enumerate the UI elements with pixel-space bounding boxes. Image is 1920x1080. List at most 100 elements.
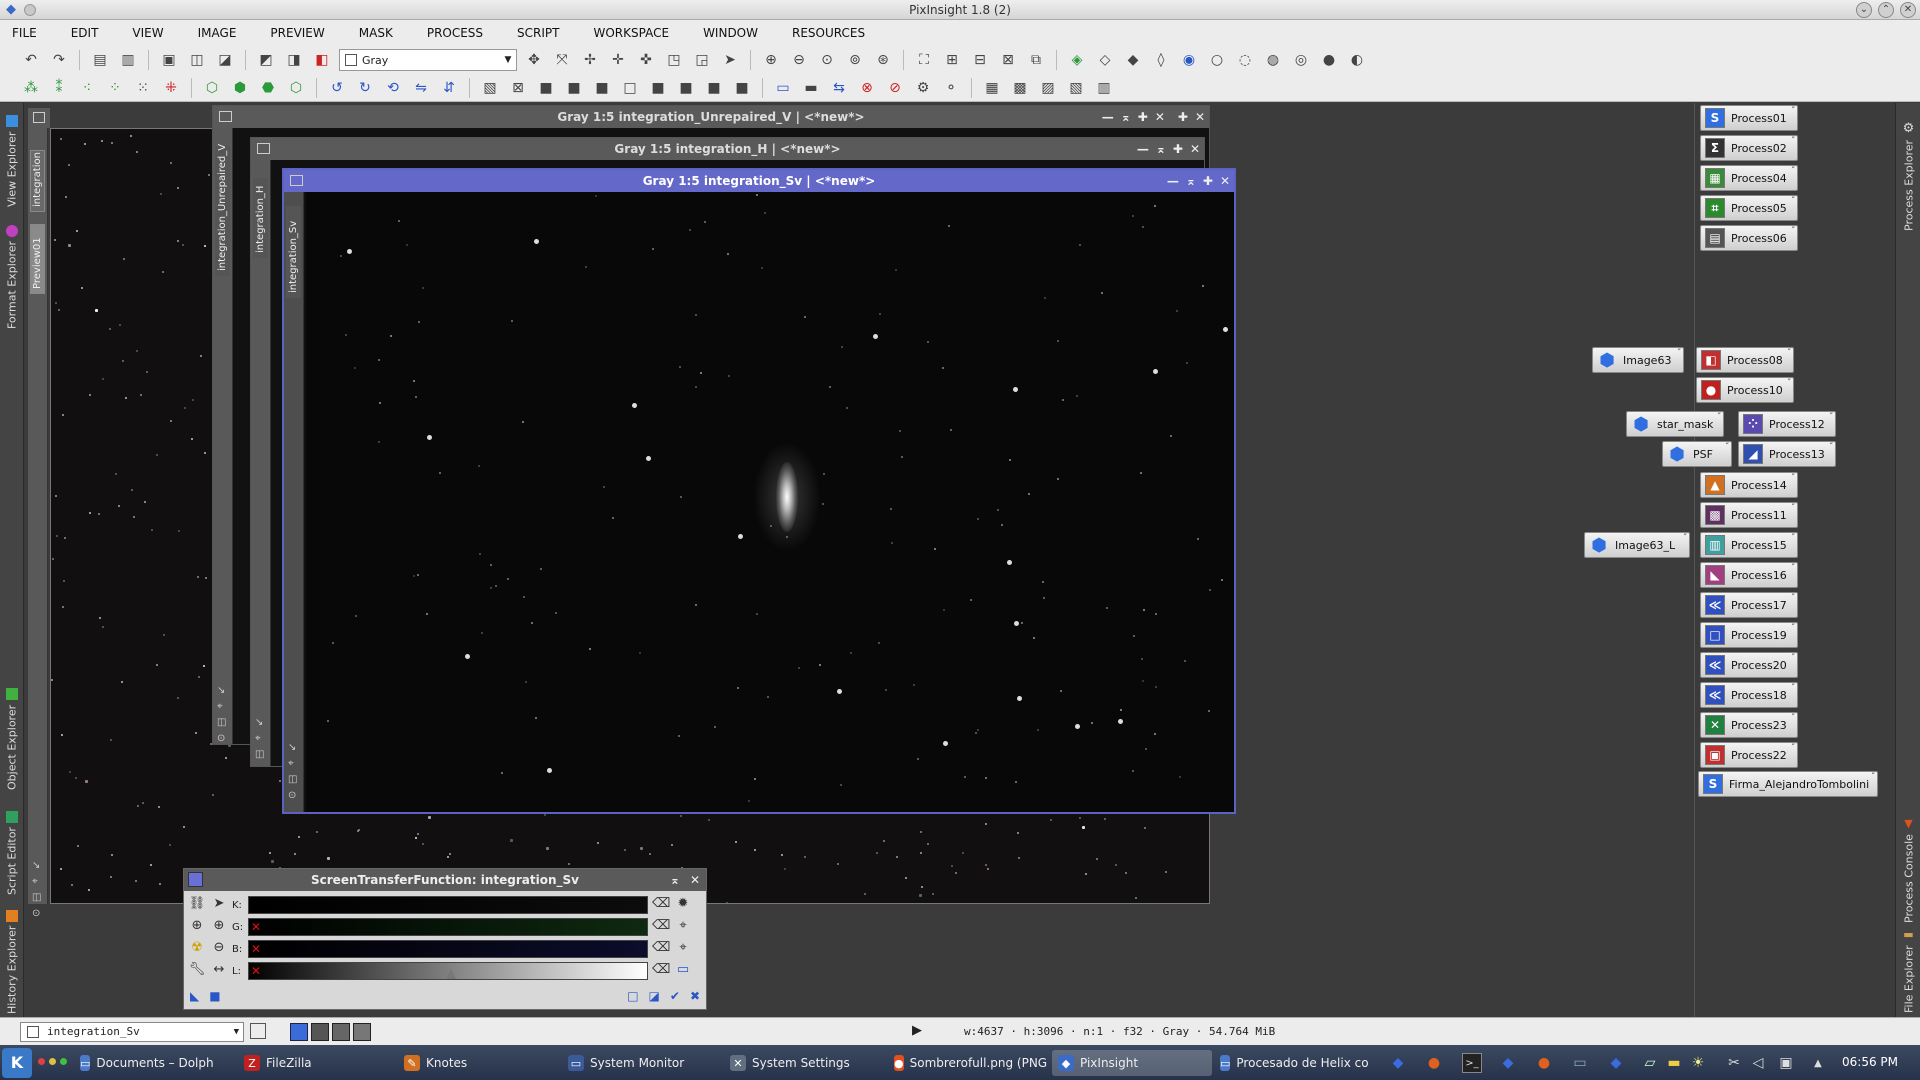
stf-slider-g[interactable]: ✕ [248,918,648,936]
image-icon-star-mask[interactable]: ⬢ star_mask ″ [1626,411,1724,437]
stf-auto-icon[interactable]: ⚙ [912,77,934,99]
hex-icon-4[interactable]: ⬡ [285,77,307,99]
close-icon[interactable]: ✕ [1190,138,1200,160]
center-icon[interactable]: ✜ [635,49,657,71]
maximize-icon[interactable]: ✚ [1138,106,1148,128]
menu-preview[interactable]: PREVIEW [270,26,324,40]
close-icon[interactable]: ✕ [1900,2,1916,18]
pixinsight-tray-icon[interactable]: ◆ [1388,1053,1408,1073]
zoom-out-icon[interactable]: ⊖ [210,940,228,958]
new-image-icon[interactable]: ▣ [158,49,180,71]
tile-icon[interactable]: ⊠ [997,49,1019,71]
kde-menu-icon[interactable]: K [2,1048,32,1078]
folder-icon[interactable]: ▬ [1664,1053,1684,1073]
window-titlebar[interactable]: Gray 1:5 integration_Unrepaired_V | <*ne… [213,106,1209,128]
tab-history-explorer[interactable]: History Explorer [2,909,22,1015]
shade-icon[interactable]: ⌅ [1156,138,1166,160]
process-icon-process19[interactable]: □ Process19 ″ [1700,622,1798,648]
mask-mode-1-icon[interactable]: ■ [535,77,557,99]
red-mode-icon[interactable] [311,1023,329,1041]
browse-doc-icon[interactable]: □ [627,989,638,1003]
task-filezilla[interactable]: Z FileZilla [238,1050,348,1076]
window-system-icon[interactable] [219,111,232,122]
window-system-icon[interactable] [188,872,203,887]
network-icon[interactable]: ▭ [1570,1053,1590,1073]
window-system-icon[interactable] [257,143,270,154]
zoom-optimal-icon[interactable]: ⊛ [872,49,894,71]
tab-integration-h[interactable]: integration_H [253,178,268,258]
terminal-icon[interactable]: >_ [1462,1053,1482,1073]
window-system-icon[interactable] [290,175,303,186]
pointer-icon[interactable]: ➤ [210,896,228,914]
mask-mode-4-icon[interactable]: □ [619,77,641,99]
firefox-icon[interactable]: ● [1424,1053,1444,1073]
zoom-in-icon[interactable]: ⊕ [760,49,782,71]
menu-script[interactable]: SCRIPT [517,26,559,40]
auto-fit-icon[interactable]: ⊟ [969,49,991,71]
process-icon-process06[interactable]: ▤ Process06 ″ [1700,225,1798,251]
view-tools-icons[interactable]: ↘⌖◫⊙ [217,683,226,744]
tray-expand-icon[interactable]: ▲ [1808,1053,1828,1073]
process-icon-a[interactable]: ◈ [1066,49,1088,71]
mirror-v-icon[interactable]: ⇵ [438,77,460,99]
process-icon-process04[interactable]: ▦ Process04 ″ [1700,165,1798,191]
stf-link-icon[interactable]: ⚬ [940,77,962,99]
process-icon-process16[interactable]: ◣ Process16 ″ [1700,562,1798,588]
view-tools-icons[interactable]: ↘⌖◫⊙ [32,858,41,922]
maximize-icon[interactable]: ⌃ [1878,2,1894,18]
view-tools-icons[interactable]: ↘⌖◫⊙ [255,715,264,766]
stf-slider-b[interactable]: ✕ [248,940,648,958]
fit-view-icon[interactable]: ⛶ [913,49,935,71]
stf-display-icon[interactable]: ▭ [772,77,794,99]
process-icon-process12[interactable]: ⁘ Process12 ″ [1738,411,1836,437]
view-tools-icons[interactable]: ↘⌖◫⊙ [288,740,297,804]
shade-icon[interactable]: ⌅ [670,869,680,891]
stf-slider-l[interactable]: ✕ [248,962,648,980]
preview-store-icon[interactable]: ⁖ [76,77,98,99]
mask-mode-2-icon[interactable]: ■ [563,77,585,99]
fit-window-icon[interactable]: ⊞ [941,49,963,71]
preview-reset-icon[interactable]: ⁙ [132,77,154,99]
close-icon[interactable]: ✕ [1155,106,1165,128]
menu-edit[interactable]: EDIT [71,26,99,40]
close-icon[interactable]: ✕ [1220,170,1230,192]
reset-icon[interactable]: ⌫ [652,896,670,914]
explorer-icon-3[interactable]: ▨ [1037,77,1059,99]
notes-icon[interactable]: ▱ [1640,1053,1660,1073]
pixinsight-tray-icon[interactable]: ◆ [1606,1053,1626,1073]
reset-icon[interactable]: ⌫ [652,918,670,936]
radiation-icon[interactable]: ☢ [188,940,206,958]
maximize-icon[interactable]: ✚ [1178,106,1188,128]
monitor-icon[interactable]: ▭ [674,962,692,980]
explorer-icon-1[interactable]: ▦ [981,77,1003,99]
link-icon[interactable]: ⛓ [188,896,206,914]
horizontal-arrows-icon[interactable]: ↔ [210,962,228,980]
view-toggle-icon[interactable] [250,1023,266,1039]
zoom-in-alt-icon[interactable]: ⊕ [210,918,228,936]
firefox-icon[interactable]: ● [1534,1053,1554,1073]
close-icon[interactable]: ✕ [1195,106,1205,128]
crosshair-icon[interactable]: ⌖ [674,940,692,958]
mask-mode-6-icon[interactable]: ■ [675,77,697,99]
process-icon-g[interactable]: ◌ [1234,49,1256,71]
task-pixinsight[interactable]: ◆ PixInsight [1052,1050,1212,1076]
move-icon[interactable]: ✛ [607,49,629,71]
process-icon-process20[interactable]: ≪ Process20 ″ [1700,652,1798,678]
process-icon-b[interactable]: ◇ [1094,49,1116,71]
new-instance-icon[interactable]: ◣ [190,989,199,1003]
zoom-out-icon[interactable]: ⊖ [788,49,810,71]
process-icon-h[interactable]: ◍ [1262,49,1284,71]
hex-icon-3[interactable]: ⬣ [257,77,279,99]
open-file-icon[interactable]: ▤ [89,49,111,71]
process-icon-process08[interactable]: ◧ Process08 ″ [1696,347,1794,373]
process-icon-process02[interactable]: Σ Process02 ″ [1700,135,1798,161]
rotate-left-icon[interactable]: ↺ [326,77,348,99]
zoom-1-1-icon[interactable]: ⊙ [816,49,838,71]
delete-mask-icon[interactable]: ◧ [311,49,333,71]
process-icon-process23[interactable]: ✕ Process23 ″ [1700,712,1798,738]
explorer-icon-5[interactable]: ▥ [1093,77,1115,99]
bulb-icon[interactable]: ☀ [1688,1053,1708,1073]
real-time-icon[interactable]: ◪ [649,989,660,1003]
apply-global-icon[interactable]: ■ [209,989,220,1003]
image-icon-psf[interactable]: ⬢ PSF ″ [1662,441,1732,467]
